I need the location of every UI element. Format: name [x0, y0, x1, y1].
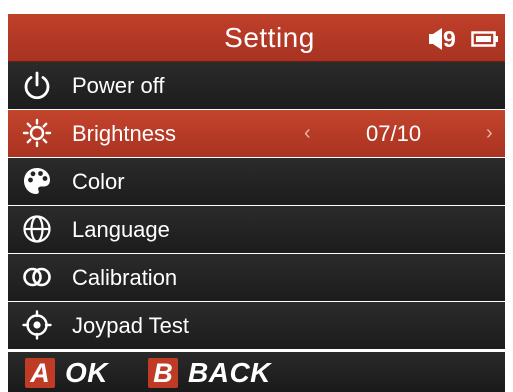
globe-icon [22, 214, 52, 244]
back-label: BACK [188, 357, 271, 388]
menu-item-label: Color [72, 169, 125, 194]
palette-icon [22, 166, 52, 196]
speaker-icon [429, 28, 442, 50]
ok-label: OK [65, 357, 108, 388]
battery-icon [471, 31, 498, 47]
menu-item-language[interactable]: Language [8, 206, 505, 253]
menu-item-label: Calibration [72, 265, 178, 290]
title-bar: Setting 9 [8, 14, 505, 62]
increase-arrow-icon[interactable]: › [486, 110, 493, 157]
menu-item-power-off[interactable]: Power off [8, 62, 505, 109]
crosshair-icon [22, 310, 52, 340]
calibration-icon [22, 262, 52, 292]
menu-item-label: Language [72, 217, 170, 242]
menu-item-brightness[interactable]: Brightness ‹ 07/10 › [8, 110, 505, 157]
settings-menu: Power off Brightness ‹ 07/10 › Color Lan… [8, 62, 505, 350]
decrease-arrow-icon[interactable]: ‹ [304, 110, 311, 157]
brightness-value: 07/10 [366, 121, 422, 146]
power-icon [22, 70, 52, 100]
volume-indicator: 9 [429, 26, 467, 52]
menu-item-calibration[interactable]: Calibration [8, 254, 505, 301]
b-key-badge: B [148, 358, 178, 388]
button-hint-bar: A OK B BACK [8, 352, 505, 392]
menu-item-label: Joypad Test [72, 313, 190, 338]
brightness-icon [22, 118, 52, 148]
a-key-badge: A [25, 358, 55, 388]
menu-item-label: Power off [72, 73, 165, 98]
menu-item-label: Brightness [72, 121, 176, 146]
menu-item-joypad-test[interactable]: Joypad Test [8, 302, 505, 349]
ok-hint[interactable]: A OK [25, 357, 108, 389]
menu-item-color[interactable]: Color [8, 158, 505, 205]
back-hint[interactable]: B BACK [148, 357, 271, 389]
volume-level: 9 [443, 26, 456, 52]
